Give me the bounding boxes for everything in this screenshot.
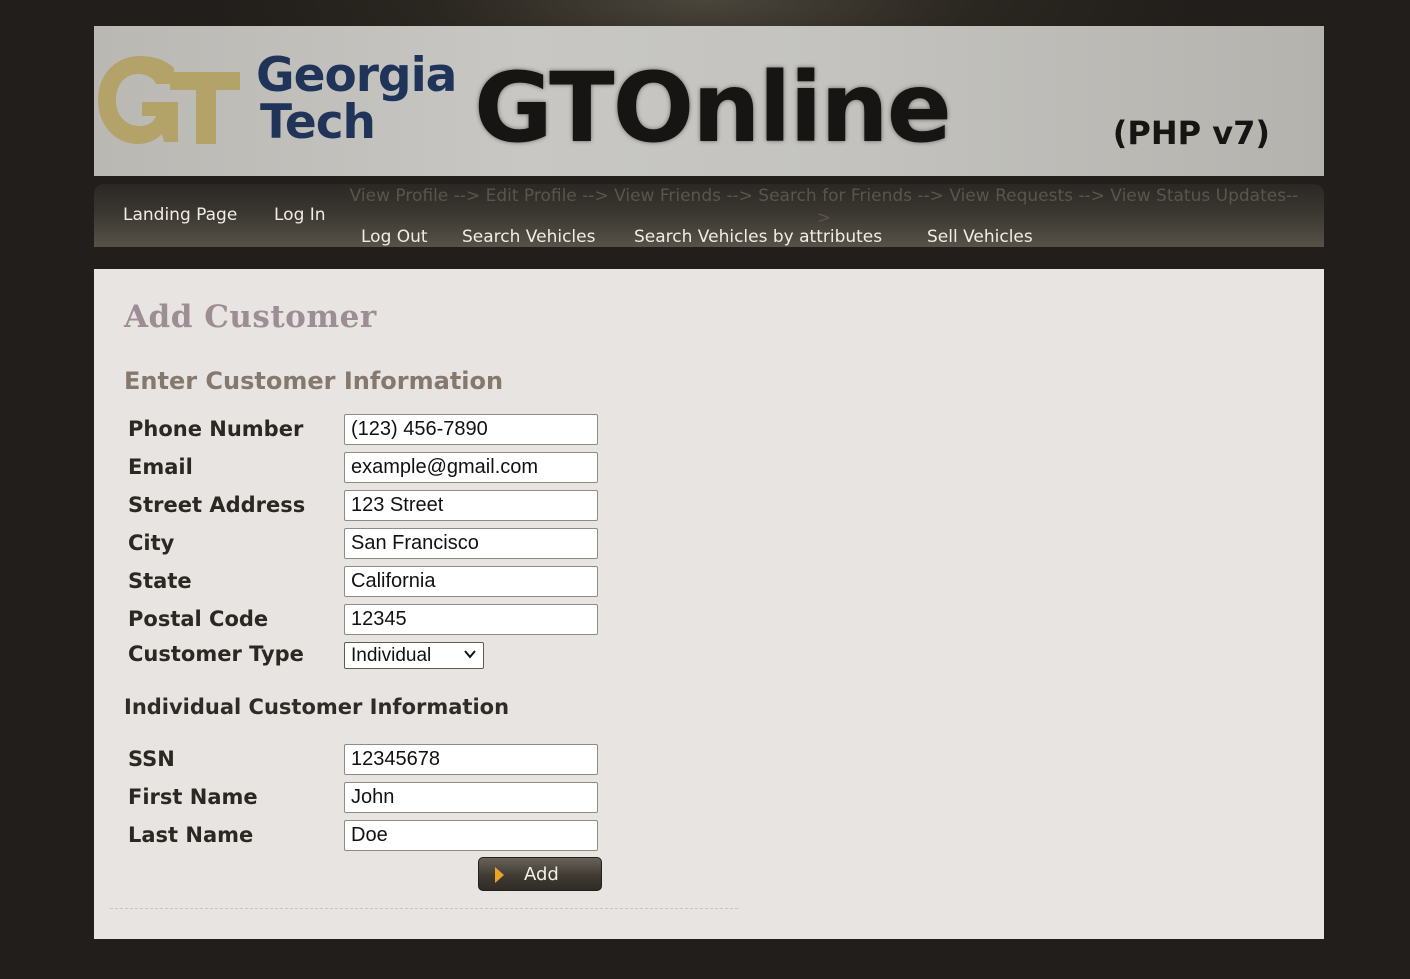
- gt-logo-icon: [98, 56, 240, 144]
- nav-log-in[interactable]: Log In: [274, 205, 326, 225]
- nav-sell-vehicles[interactable]: Sell Vehicles: [927, 227, 1033, 247]
- email-label: Email: [128, 455, 193, 479]
- header-banner: Georgia Tech GTOnline (PHP v7): [94, 26, 1324, 176]
- customer-type-value: Individual: [351, 645, 432, 666]
- last-name-label: Last Name: [128, 823, 254, 847]
- ssn-label: SSN: [128, 747, 175, 771]
- postal-code-field[interactable]: [344, 604, 598, 635]
- last-name-field[interactable]: [344, 820, 598, 851]
- section-heading-customer: Enter Customer Information: [124, 367, 504, 395]
- customer-type-select[interactable]: Individual: [344, 642, 484, 669]
- app-title: GTOnline: [474, 52, 952, 164]
- nav-log-out[interactable]: Log Out: [361, 227, 428, 247]
- nav-disabled-links: View Profile --> Edit Profile --> View F…: [349, 186, 1299, 228]
- add-button-label: Add: [524, 864, 559, 885]
- play-arrow-icon: [495, 867, 504, 883]
- section-heading-individual: Individual Customer Information: [124, 695, 510, 719]
- customer-type-label: Customer Type: [128, 642, 304, 666]
- georgia-tech-wordmark: Georgia Tech: [256, 52, 457, 150]
- street-address-label: Street Address: [128, 493, 306, 517]
- email-field[interactable]: [344, 452, 598, 483]
- main-nav: Landing Page Log In View Profile --> Edi…: [94, 184, 1324, 247]
- divider: [110, 908, 738, 909]
- state-label: State: [128, 569, 192, 593]
- nav-search-vehicles-by-attributes[interactable]: Search Vehicles by attributes: [634, 227, 882, 247]
- postal-code-label: Postal Code: [128, 607, 269, 631]
- first-name-label: First Name: [128, 785, 258, 809]
- phone-field[interactable]: [344, 414, 598, 445]
- nav-search-vehicles[interactable]: Search Vehicles: [462, 227, 595, 247]
- nav-landing-page[interactable]: Landing Page: [123, 205, 237, 225]
- main-content: Add Customer Enter Customer Information …: [94, 269, 1324, 939]
- page-title: Add Customer: [124, 299, 377, 335]
- first-name-field[interactable]: [344, 782, 598, 813]
- wordmark-line2: Tech: [260, 95, 376, 150]
- city-field[interactable]: [344, 528, 598, 559]
- phone-label: Phone Number: [128, 417, 304, 441]
- ssn-field[interactable]: [344, 744, 598, 775]
- street-address-field[interactable]: [344, 490, 598, 521]
- chevron-down-icon: [464, 650, 476, 659]
- city-label: City: [128, 531, 175, 555]
- version-label: (PHP v7): [1112, 114, 1270, 152]
- add-button[interactable]: Add: [478, 857, 602, 891]
- state-field[interactable]: [344, 566, 598, 597]
